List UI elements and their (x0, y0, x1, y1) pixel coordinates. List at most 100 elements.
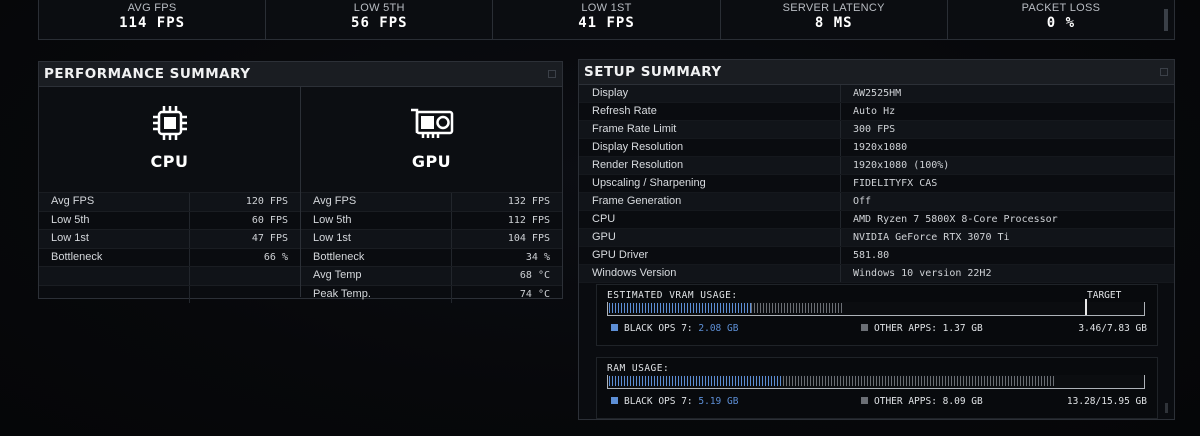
row-value: 1920x1080 (853, 142, 908, 153)
stat-low-1st: LOW 1ST 41 FPS (493, 0, 721, 39)
vram-usage-title: ESTIMATED VRAM USAGE: (607, 290, 738, 301)
vram-target-marker (1085, 299, 1087, 315)
legend-value: 2.08 GB (698, 323, 739, 334)
table-row: Frame Generation Off (579, 193, 1174, 211)
row-key: CPU (579, 211, 841, 228)
gray-swatch-icon (861, 397, 868, 404)
table-row: GPU NVIDIA GeForce RTX 3070 Ti (579, 229, 1174, 247)
corner-icon (1160, 68, 1168, 76)
ram-usage-box: RAM USAGE: BLACK OPS 7: 5.19 GB OTHER AP… (596, 357, 1158, 419)
row-key: Peak Temp. (301, 285, 452, 303)
row-key: Frame Generation (579, 193, 841, 210)
row-value: Off (853, 196, 872, 207)
stat-value: 114 FPS (119, 15, 186, 31)
table-row: Bottleneck 34 % (301, 247, 562, 266)
scroll-handle[interactable] (1164, 9, 1169, 31)
stat-label: AVG FPS (127, 2, 177, 14)
stat-value: 8 MS (814, 15, 853, 31)
row-value: Windows 10 version 22H2 (853, 268, 992, 279)
gpu-label: GPU (411, 152, 452, 171)
row-value: Auto Hz (853, 106, 896, 117)
stat-value: 56 FPS (351, 15, 408, 31)
table-row: Display AW2525HM (579, 85, 1174, 103)
table-row: Render Resolution 1920x1080 (100%) (579, 157, 1174, 175)
table-row: Frame Rate Limit 300 FPS (579, 121, 1174, 139)
stat-server-latency: SERVER LATENCY 8 MS (721, 0, 948, 39)
row-value: 112 FPS (507, 214, 550, 226)
cpu-column: CPU Avg FPS 120 FPS Low 5th 60 FPS Low 1st… (39, 87, 301, 303)
legend-label: OTHER APPS: (874, 396, 937, 407)
table-row: Refresh Rate Auto Hz (579, 103, 1174, 121)
row-key: Avg FPS (301, 193, 452, 211)
row-key: GPU (579, 229, 841, 246)
ram-legend-other: OTHER APPS: 8.09 GB (861, 396, 983, 407)
row-key: Render Resolution (579, 157, 841, 174)
row-key (39, 285, 190, 303)
legend-value: 8.09 GB (942, 396, 983, 407)
row-key: Avg FPS (39, 193, 190, 211)
vram-usage-bar (607, 299, 1145, 316)
table-row: Avg FPS 120 FPS (39, 192, 300, 211)
row-key: Frame Rate Limit (579, 121, 841, 138)
table-row: Low 1st 47 FPS (39, 229, 300, 248)
row-value: 68 °C (519, 270, 550, 281)
cpu-chip-icon (152, 106, 187, 140)
row-key: Refresh Rate (579, 103, 841, 120)
row-key: Low 1st (301, 230, 452, 248)
row-key: Avg Temp (301, 267, 452, 285)
table-row: Bottleneck 66 % (39, 247, 300, 266)
vram-other-fill (751, 303, 844, 313)
row-value: AMD Ryzen 7 5800X 8-Core Processor (853, 214, 1058, 225)
cpu-label: CPU (150, 152, 189, 171)
row-value: 300 FPS (853, 124, 896, 135)
row-value (190, 286, 300, 304)
ram-total: 13.28/15.95 GB (1066, 396, 1147, 407)
stat-low-5th: LOW 5TH 56 FPS (266, 0, 494, 39)
panel-title: PERFORMANCE SUMMARY (39, 62, 562, 87)
setup-summary-panel: SETUP SUMMARY Display AW2525HM Refresh Ra… (578, 59, 1175, 420)
ram-usage-bar (607, 375, 1145, 389)
row-value: 104 FPS (507, 233, 550, 244)
row-key (39, 267, 190, 285)
table-row: Windows Version Windows 10 version 22H2 (579, 265, 1174, 283)
stat-label: LOW 5TH (353, 2, 405, 14)
row-value: 74 °C (519, 288, 550, 300)
row-value: 1920x1080 (100%) (853, 160, 950, 171)
ram-other-fill (783, 376, 1054, 386)
table-row: Avg Temp 68 °C (301, 266, 562, 285)
gpu-column: GPU Avg FPS 132 FPS Low 5th 112 FPS Low 1s… (301, 87, 562, 303)
panel-title: SETUP SUMMARY (579, 60, 1174, 85)
vram-legend-other: OTHER APPS: 1.37 GB (861, 323, 983, 334)
row-key: Upscaling / Sharpening (579, 175, 841, 192)
table-row: Low 1st 104 FPS (301, 229, 562, 248)
row-value (190, 267, 300, 285)
stat-label: SERVER LATENCY (782, 2, 885, 14)
vram-total: 3.46/7.83 GB (1078, 323, 1147, 334)
gpu-stats-table: Avg FPS 132 FPS Low 5th 112 FPS Low 1st 104… (301, 192, 562, 303)
table-row: Low 5th 112 FPS (301, 210, 562, 229)
gpu-header: GPU (301, 87, 562, 192)
table-row: Display Resolution 1920x1080 (579, 139, 1174, 157)
stat-packet-loss: PACKET LOSS 0 % (948, 0, 1174, 39)
row-key: Windows Version (579, 265, 841, 282)
row-value: 581.80 (853, 250, 890, 261)
top-stats-bar: AVG FPS 114 FPS LOW 5TH 56 FPS LOW 1ST 4… (38, 0, 1175, 40)
legend-label: OTHER APPS: (874, 323, 937, 334)
gpu-card-icon (410, 108, 453, 138)
ram-usage-title: RAM USAGE: (607, 363, 670, 374)
vram-legend-game: BLACK OPS 7: 2.08 GB (611, 323, 738, 334)
vram-game-fill (609, 303, 751, 313)
resize-handle[interactable] (1165, 403, 1168, 413)
table-row: Avg FPS 132 FPS (301, 192, 562, 211)
stat-avg-fps: AVG FPS 114 FPS (39, 0, 267, 39)
row-value: FIDELITYFX CAS (853, 178, 938, 189)
table-row: Peak Temp. 74 °C (301, 284, 562, 303)
cpu-header: CPU (39, 87, 300, 192)
row-value: 47 FPS (251, 233, 288, 244)
vram-usage-box: ESTIMATED VRAM USAGE: TARGET BLACK OPS 7… (596, 284, 1158, 346)
performance-summary-title: PERFORMANCE SUMMARY (44, 66, 251, 82)
row-key: Low 1st (39, 230, 190, 248)
table-row (39, 266, 300, 285)
ram-legend-game: BLACK OPS 7: 5.19 GB (611, 396, 738, 407)
blue-swatch-icon (611, 324, 618, 331)
